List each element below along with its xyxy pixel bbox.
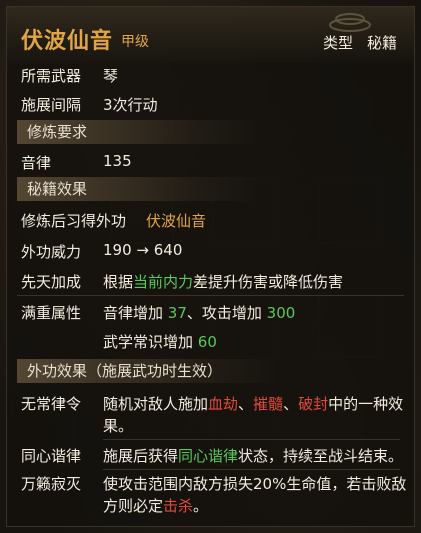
effect-key: 同心谐律 (21, 447, 82, 465)
effect-1-line2: 果。 (103, 417, 134, 435)
interval-value: 3次行动 (103, 96, 158, 114)
effect-key: 无常律令 (21, 395, 82, 413)
section-book-effect: 秘籍效果 (17, 177, 257, 201)
section-ext-effect: 外功效果（施展武功时生效） (17, 359, 277, 383)
training-value: 135 (103, 152, 132, 170)
item-grade: 甲级 (121, 34, 149, 50)
power-key: 外功威力 (21, 243, 82, 261)
effect-3-line2: 方则必定击杀。 (103, 497, 209, 515)
item-title: 伏波仙音 (21, 29, 114, 54)
obtain-key: 修炼后习得外功 (21, 212, 127, 230)
tooltip-panel: 伏波仙音 甲级 类型 秘籍 所需武器 琴 施展间隔 3次行动 修炼要求 音律 1… (6, 6, 415, 527)
divider (103, 439, 400, 440)
scroll-icon (329, 13, 371, 32)
maxattr-line2: 武学常识增加 60 (103, 333, 217, 351)
training-key: 音律 (21, 154, 52, 172)
effect-1-line1: 随机对敌人施加血劫、摧髓、破封中的一种效 (103, 395, 404, 413)
bonus-highlight: 当前内力 (133, 273, 194, 291)
effect-2-line1: 施展后获得同心谐律状态，持续至战斗结束。 (103, 447, 404, 465)
effect-3-line1: 使攻击范围内敌方损失20%生命值，若击败敌 (103, 475, 407, 493)
weapon-value: 琴 (103, 67, 119, 85)
bonus-text: 根据当前内力差提升伤害或降低伤害 (103, 273, 344, 291)
maxattr-key: 满重属性 (21, 304, 82, 322)
section-training: 修炼要求 (17, 120, 257, 144)
effect-key: 万籁寂灭 (21, 475, 82, 493)
obtain-value: 伏波仙音 (146, 212, 207, 230)
interval-key: 施展间隔 (21, 96, 82, 114)
divider (17, 295, 404, 296)
power-value: 190 → 640 (103, 241, 183, 259)
maxattr-line1: 音律增加 37、攻击增加 300 (103, 304, 296, 322)
bonus-key: 先天加成 (21, 273, 82, 291)
type-value: 秘籍 (367, 34, 398, 52)
divider (103, 469, 400, 470)
weapon-key: 所需武器 (21, 67, 82, 85)
type-label: 类型 (323, 34, 354, 52)
